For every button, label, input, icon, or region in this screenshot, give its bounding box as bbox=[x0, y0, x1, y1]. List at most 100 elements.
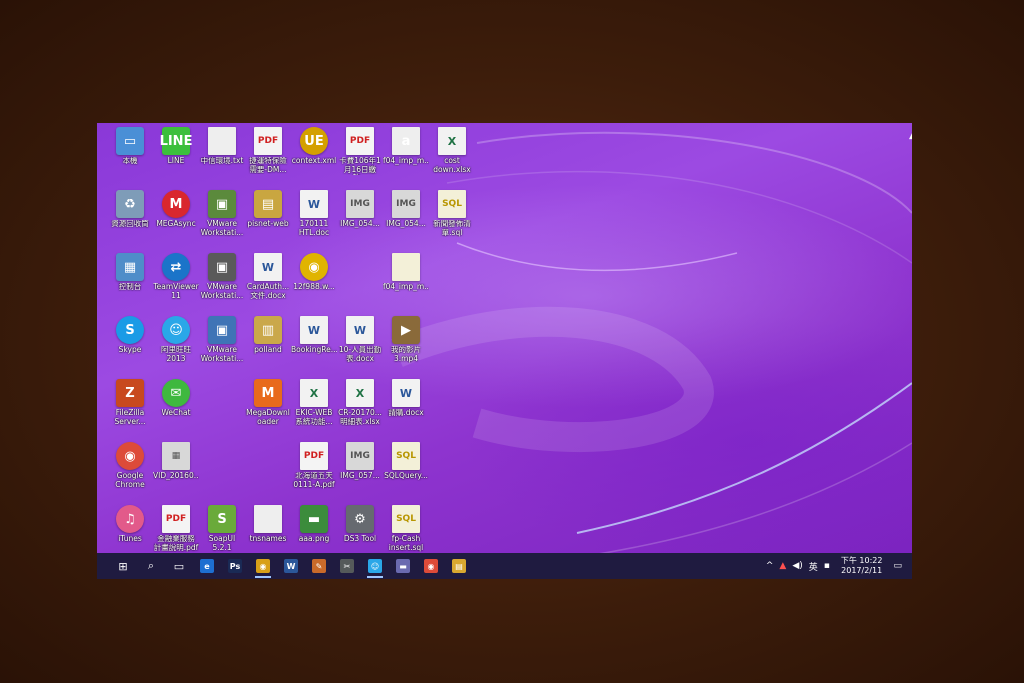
tools-task-icon[interactable]: ✂ bbox=[333, 553, 361, 579]
desktop-icon-bookingre[interactable]: W BookingRe... bbox=[291, 316, 337, 374]
vid-2016-icon: ▦ bbox=[162, 442, 190, 470]
desktop-icon-pdf-106[interactable]: PDF 卡費106年1 月16日繳款... bbox=[337, 127, 383, 185]
desktop-icon-pdf-0111[interactable]: PDF 北海道五天 0111-A.pdf bbox=[291, 442, 337, 500]
desktop-icon-megadownloader[interactable]: M MegaDownl oader bbox=[245, 379, 291, 437]
desktop-icon-label: 北海道五天 0111-A.pdf bbox=[293, 472, 335, 489]
desktop-icon-label: TeamViewer 11 bbox=[153, 283, 199, 300]
start-button[interactable]: ⊞ bbox=[109, 553, 137, 579]
desktop-icon-mp4-file[interactable]: ▶ 我的影片 3.mp4 bbox=[383, 316, 429, 374]
desktop-icon-label: 卡費106年1 月16日繳款... bbox=[339, 157, 381, 175]
desktop-icon-img-054-a[interactable]: IMG IMG_054... bbox=[337, 190, 383, 248]
volume-icon[interactable]: ◀) bbox=[789, 561, 805, 571]
task-view-icon[interactable]: ▭ bbox=[165, 553, 193, 579]
fp-cash-sql-icon: SQL bbox=[392, 505, 420, 533]
aliwangwang-task-icon[interactable]: ☺ bbox=[361, 553, 389, 579]
doc-170111-icon: W bbox=[300, 190, 328, 218]
tray-app-icon-2[interactable]: ▪ bbox=[821, 561, 833, 571]
desktop-icon-teamviewer[interactable]: ⇄ TeamViewer 11 bbox=[153, 253, 199, 311]
paint-task-icon[interactable]: ✎ bbox=[305, 553, 333, 579]
desktop-icon-label: WeChat bbox=[161, 409, 191, 417]
notification-icon[interactable]: ▭ bbox=[890, 561, 912, 571]
desktop-icon-filezilla[interactable]: Z FileZilla Server... bbox=[107, 379, 153, 437]
desktop-icon-aliwangwang[interactable]: ☺ 阿里旺旺 2013 bbox=[153, 316, 199, 374]
desktop-icon-txt-file[interactable]: 中信環境.txt bbox=[199, 127, 245, 185]
desktop-icon-vmware-1[interactable]: ▣ VMware Workstati... bbox=[199, 190, 245, 248]
soapui-icon: S bbox=[208, 505, 236, 533]
desktop-icon-this-pc[interactable]: ▭ 本機 bbox=[107, 127, 153, 185]
system-tray: ^ ▲ ◀) 英 ▪ 下午 10:22 2017/2/11 ▭ bbox=[763, 553, 912, 579]
desktop-icon-pisnet-web[interactable]: ▤ pisnet-web bbox=[245, 190, 291, 248]
pdf-bank-icon: PDF bbox=[162, 505, 190, 533]
doc-misc-icon: W bbox=[392, 379, 420, 407]
context-xml-icon: UE bbox=[300, 127, 328, 155]
desktop-icon-label: BookingRe... bbox=[291, 346, 337, 354]
app-task-icon[interactable]: ▬ bbox=[389, 553, 417, 579]
line-icon: LINE bbox=[160, 127, 192, 155]
word-task-icon-glyph: W bbox=[284, 559, 298, 573]
desktop-icon-label: aaa.png bbox=[298, 535, 330, 543]
search-icon[interactable]: ⌕ bbox=[137, 553, 165, 579]
desktop-icon-label: IMG_054... bbox=[340, 220, 380, 228]
chrome-task-icon-2-glyph: ◉ bbox=[424, 559, 438, 573]
explorer-task-icon[interactable]: ▤ bbox=[445, 553, 473, 579]
desktop-icon-skype[interactable]: S Skype bbox=[107, 316, 153, 374]
desktop-icon-polland[interactable]: ▥ polland bbox=[245, 316, 291, 374]
desktop-icon-wechat[interactable]: ✉ WeChat bbox=[153, 379, 199, 437]
desktop-icon-label: SoapUI 5.2.1 bbox=[208, 535, 236, 552]
desktop-icon-label: 本機 bbox=[122, 157, 138, 165]
desktop-icon-doc-misc[interactable]: W 請購.docx bbox=[383, 379, 429, 437]
desktop-icon-vmware-3[interactable]: ▣ VMware Workstati... bbox=[199, 316, 245, 374]
desktop-icon-cr-2017[interactable]: X CR-20170... 明細表.xlsx bbox=[337, 379, 383, 437]
clock[interactable]: 下午 10:22 2017/2/11 bbox=[833, 556, 891, 576]
doc-10-icon: W bbox=[346, 316, 374, 344]
desktop-icon-label: cost down.xlsx bbox=[433, 157, 471, 174]
photoshop-icon[interactable]: Ps bbox=[221, 553, 249, 579]
desktop-icon-img-054-b[interactable]: IMG IMG_054... bbox=[383, 190, 429, 248]
google-chrome-icon: ◉ bbox=[116, 442, 144, 470]
input-language[interactable]: 英 bbox=[806, 560, 821, 573]
desktop-icon-pdf-dm[interactable]: PDF 捷運特保險 需要-DM... bbox=[245, 127, 291, 185]
search-icon-glyph: ⌕ bbox=[147, 559, 155, 572]
desktop-icon-vid-2016[interactable]: ▦ VID_20160... bbox=[153, 442, 199, 500]
chrome-task-icon-2[interactable]: ◉ bbox=[417, 553, 445, 579]
desktop-icon-label: MegaDownl oader bbox=[246, 409, 290, 426]
pdf-dm-icon: PDF bbox=[254, 127, 282, 155]
desktop-icon-control-panel[interactable]: ▦ 控制台 bbox=[107, 253, 153, 311]
tools-task-icon-glyph: ✂ bbox=[340, 559, 354, 573]
desktop-icon-line[interactable]: LINE LINE bbox=[153, 127, 199, 185]
ekicweb-icon: X bbox=[300, 379, 328, 407]
desktop-icon-sqlquery[interactable]: SQL SQLQuery... bbox=[383, 442, 429, 500]
desktop-icon-label: 新聞發佈清 單.sql bbox=[433, 220, 471, 237]
desktop-screen: ▭ 本機 LINE LINE 中信環境.txt PDF 捷運特保險 需要-DM... UE co… bbox=[97, 123, 912, 579]
desktop-icon-megasync[interactable]: M MEGAsync bbox=[153, 190, 199, 248]
tray-app-icon[interactable]: ▲ bbox=[776, 561, 789, 571]
desktop-icon-vmware-2[interactable]: ▣ VMware Workstati... bbox=[199, 253, 245, 311]
edge-icon[interactable]: e bbox=[193, 553, 221, 579]
desktop-icon-context-xml[interactable]: UE context.xml bbox=[291, 127, 337, 185]
desktop-icon-f04-imp-1[interactable]: a f04_imp_m... bbox=[383, 127, 429, 185]
mouse-cursor-icon: ▲ bbox=[909, 131, 912, 141]
desktop-icon-doc-10[interactable]: W 10-人員出勤 表.docx bbox=[337, 316, 383, 374]
desktop-icon-ekicweb[interactable]: X EKIC-WEB 系統功能... bbox=[291, 379, 337, 437]
filezilla-icon: Z bbox=[116, 379, 144, 407]
desktop-icon-google-chrome[interactable]: ◉ Google Chrome bbox=[107, 442, 153, 500]
desktop-icon-recycle-bin[interactable]: ♻ 資源回收筒 bbox=[107, 190, 153, 248]
desktop-icon-label: FileZilla Server... bbox=[114, 409, 146, 426]
explorer-task-icon-glyph: ▤ bbox=[452, 559, 466, 573]
desktop-icon-doc-170111[interactable]: W 170111 HTL.doc bbox=[291, 190, 337, 248]
clock-time: 下午 10:22 bbox=[840, 556, 883, 565]
desktop-icon-f04-imp-2[interactable]: f04_imp_m... bbox=[383, 253, 429, 311]
cardauth-docx-icon: W bbox=[254, 253, 282, 281]
control-panel-icon: ▦ bbox=[116, 253, 144, 281]
word-task-icon[interactable]: W bbox=[277, 553, 305, 579]
desktop-icon-cost-xlsx[interactable]: Xcost down.xlsx bbox=[429, 127, 475, 185]
desktop-icon-chrome-12f[interactable]: ◉ 12f988.w... bbox=[291, 253, 337, 311]
tray-chevron-icon[interactable]: ^ bbox=[763, 561, 777, 571]
pdf-106-icon: PDF bbox=[346, 127, 374, 155]
desktop-icon-img-057[interactable]: IMG IMG_057... bbox=[337, 442, 383, 500]
chrome-12f-icon: ◉ bbox=[300, 253, 328, 281]
desktop-icon-sql-1[interactable]: SQL 新聞發佈清 單.sql bbox=[429, 190, 475, 248]
desktop-icon-cardauth-docx[interactable]: W CardAuth... 文件.docx bbox=[245, 253, 291, 311]
desktop-icon-label: DS3 Tool bbox=[343, 535, 377, 543]
chrome-task-icon[interactable]: ◉ bbox=[249, 553, 277, 579]
